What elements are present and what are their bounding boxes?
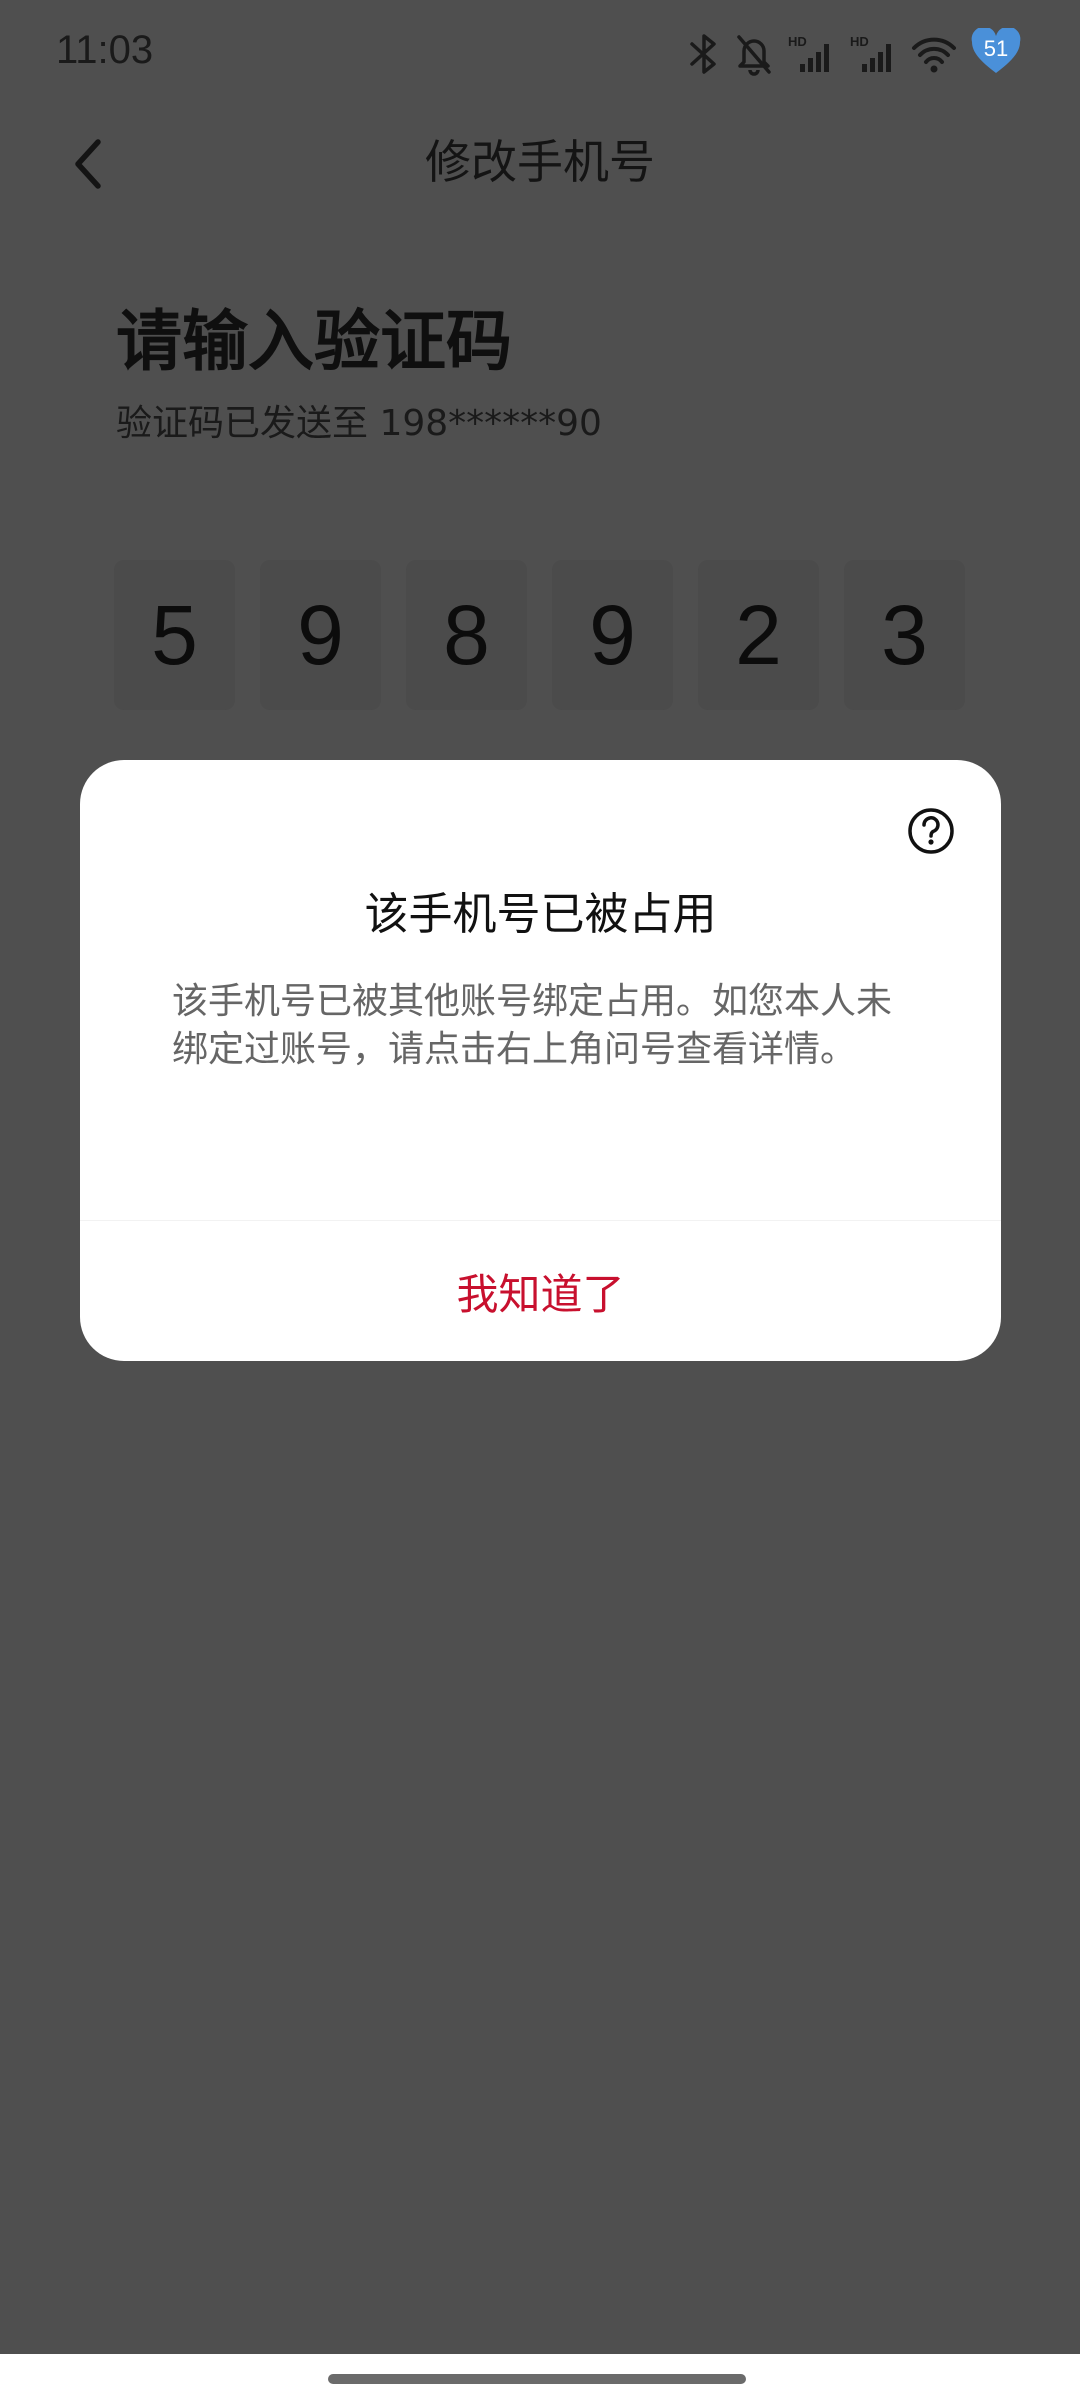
sent-to-text: 验证码已发送至 198******90 xyxy=(116,403,602,444)
signal-hd-icon: HD xyxy=(848,28,898,80)
bell-off-icon xyxy=(734,28,774,80)
page-title: 修改手机号 xyxy=(425,135,655,189)
signal-hd-icon: HD xyxy=(786,28,836,80)
bluetooth-icon xyxy=(686,28,722,80)
code-digit-box[interactable]: 9 xyxy=(260,560,381,710)
help-button[interactable] xyxy=(906,806,956,856)
wifi-icon xyxy=(910,28,958,80)
verify-heading: 请输入验证码 xyxy=(116,303,512,380)
code-digit-box[interactable]: 5 xyxy=(114,560,235,710)
question-circle-icon xyxy=(908,808,954,854)
status-bar: 11:03 HD HD 51 xyxy=(0,0,1080,110)
battery-level: 51 xyxy=(983,36,1009,61)
status-time: 11:03 xyxy=(56,28,154,72)
code-digit-box[interactable]: 9 xyxy=(552,560,673,710)
signal-hd-label: HD xyxy=(788,34,807,49)
signal-hd-label: HD xyxy=(850,34,869,49)
phone-occupied-dialog: 该手机号已被占用 该手机号已被其他账号绑定占用。如您本人未绑定过账号，请点击右上… xyxy=(80,760,1001,1361)
code-input[interactable]: 5 9 8 9 2 3 xyxy=(114,560,966,710)
status-icons: HD HD 51 xyxy=(686,28,1022,80)
code-digit-box[interactable]: 3 xyxy=(844,560,965,710)
home-indicator[interactable] xyxy=(328,2374,746,2384)
navigation-gesture-area xyxy=(0,2354,1080,2400)
code-digit-box[interactable]: 2 xyxy=(698,560,819,710)
code-digit-box[interactable]: 8 xyxy=(406,560,527,710)
dialog-title: 该手机号已被占用 xyxy=(364,889,717,940)
nav-bar: 修改手机号 xyxy=(0,110,1080,230)
confirm-button[interactable]: 我知道了 xyxy=(80,1221,1001,1361)
battery-heart-icon: 51 xyxy=(970,28,1022,80)
dialog-message: 该手机号已被其他账号绑定占用。如您本人未绑定过账号，请点击右上角问号查看详情。 xyxy=(172,981,893,1070)
